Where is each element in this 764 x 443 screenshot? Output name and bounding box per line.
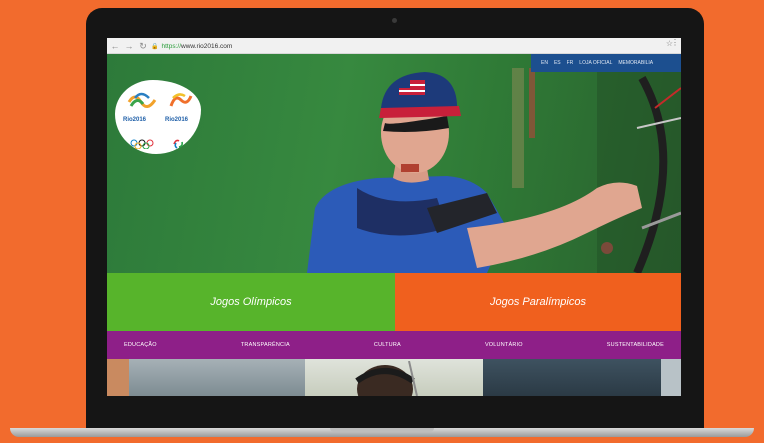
lang-es[interactable]: ES (554, 60, 561, 66)
main-menu: EDUCAÇÃO TRANSPARÊNCIA CULTURA VOLUNTÁRI… (107, 331, 681, 359)
laptop-chin (86, 396, 704, 428)
menu-item-sustainability[interactable]: SUSTENTABILIDADE (607, 342, 664, 348)
hero-archer-image (307, 68, 681, 273)
hero-banner: EN ES FR LOJA OFICIAL MEMORABILIA Rio201… (107, 54, 681, 273)
back-icon[interactable]: ← (109, 40, 121, 52)
url-host: www.rio2016.com (181, 42, 233, 50)
olympic-logo-icon (127, 92, 157, 108)
feature-tile-middle[interactable] (305, 359, 483, 396)
lang-en[interactable]: EN (541, 60, 548, 66)
olympic-games-button[interactable]: Jogos Olímpicos (107, 273, 395, 331)
olympic-rings-icon (130, 139, 154, 149)
memorabilia-link[interactable]: MEMORABILIA (618, 60, 653, 66)
laptop-notch (330, 428, 434, 432)
lock-icon: 🔒 (151, 43, 159, 50)
camera-icon (392, 18, 397, 23)
menu-item-education[interactable]: EDUCAÇÃO (124, 342, 157, 348)
paralympic-games-button[interactable]: Jogos Paralímpicos (395, 273, 681, 331)
olympic-logo-text: Rio2016 (123, 117, 147, 123)
lang-fr[interactable]: FR (567, 60, 574, 66)
menu-item-volunteer[interactable]: VOLUNTÁRIO (485, 342, 523, 348)
browser-screen: ← → ↻ 🔒 https:// www.rio2016.com ☆ ⋮ EN … (107, 38, 681, 396)
paralympic-logo-text: Rio2016 (165, 117, 189, 123)
feature-tile-edge[interactable] (107, 359, 129, 396)
athlete-portrait-image (355, 361, 418, 396)
feature-tile-right[interactable] (483, 359, 661, 396)
official-store-link[interactable]: LOJA OFICIAL (579, 60, 612, 66)
forward-icon[interactable]: → (123, 40, 135, 52)
agitos-icon (173, 139, 183, 149)
browser-menu-icon[interactable]: ⋮ (671, 38, 679, 47)
menu-item-culture[interactable]: CULTURA (374, 342, 401, 348)
menu-item-transparency[interactable]: TRANSPARÊNCIA (241, 342, 290, 348)
address-bar[interactable]: 🔒 https:// www.rio2016.com (151, 40, 661, 52)
feature-tile-edge-right[interactable] (661, 359, 681, 396)
feature-tile-left[interactable] (129, 359, 305, 396)
reload-icon[interactable]: ↻ (137, 40, 149, 52)
feature-tiles (107, 359, 681, 396)
language-strip: EN ES FR LOJA OFICIAL MEMORABILIA (531, 54, 681, 72)
url-scheme: https:// (161, 42, 181, 50)
paralympic-logo-icon (169, 93, 193, 107)
browser-toolbar: ← → ↻ 🔒 https:// www.rio2016.com ☆ ⋮ (107, 38, 681, 54)
